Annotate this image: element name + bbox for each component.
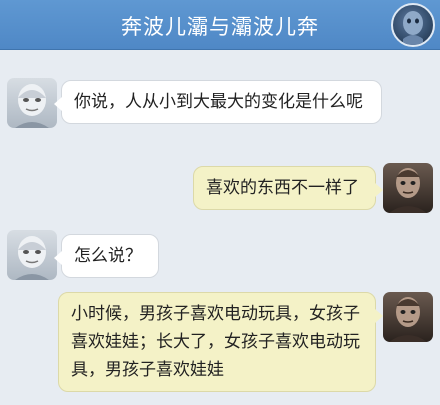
message-bubble[interactable]: 你说，人从小到大最大的变化是什么呢 bbox=[54, 80, 382, 124]
message-bubble[interactable]: 小时候，男孩子喜欢电动玩具，女孩子喜欢娃娃；长大了，女孩子喜欢电动玩具，男孩子喜… bbox=[58, 292, 383, 392]
message-bubble[interactable]: 怎么说？ bbox=[54, 234, 159, 278]
message-text: 喜欢的东西不一样了 bbox=[206, 178, 359, 198]
message-text: 怎么说？ bbox=[74, 246, 142, 266]
message-bubble[interactable]: 喜欢的东西不一样了 bbox=[193, 166, 383, 210]
contact-avatar-icon[interactable] bbox=[383, 163, 433, 213]
profile-avatar-icon[interactable] bbox=[391, 3, 435, 47]
contact-avatar-icon[interactable] bbox=[7, 78, 57, 128]
chat-title: 奔波儿灞与灞波儿奔 bbox=[121, 15, 319, 39]
contact-avatar-icon[interactable] bbox=[383, 292, 433, 342]
chat-area[interactable]: 你说，人从小到大最大的变化是什么呢 喜欢的东西不一样了 怎么说？ 小时候，男孩子… bbox=[0, 50, 440, 405]
chat-header: 奔波儿灞与灞波儿奔 bbox=[0, 0, 440, 50]
message-text: 小时候，男孩子喜欢电动玩具，女孩子喜欢娃娃；长大了，女孩子喜欢电动玩具，男孩子喜… bbox=[71, 304, 360, 380]
message-text: 你说，人从小到大最大的变化是什么呢 bbox=[74, 92, 363, 112]
contact-avatar-icon[interactable] bbox=[7, 230, 57, 280]
